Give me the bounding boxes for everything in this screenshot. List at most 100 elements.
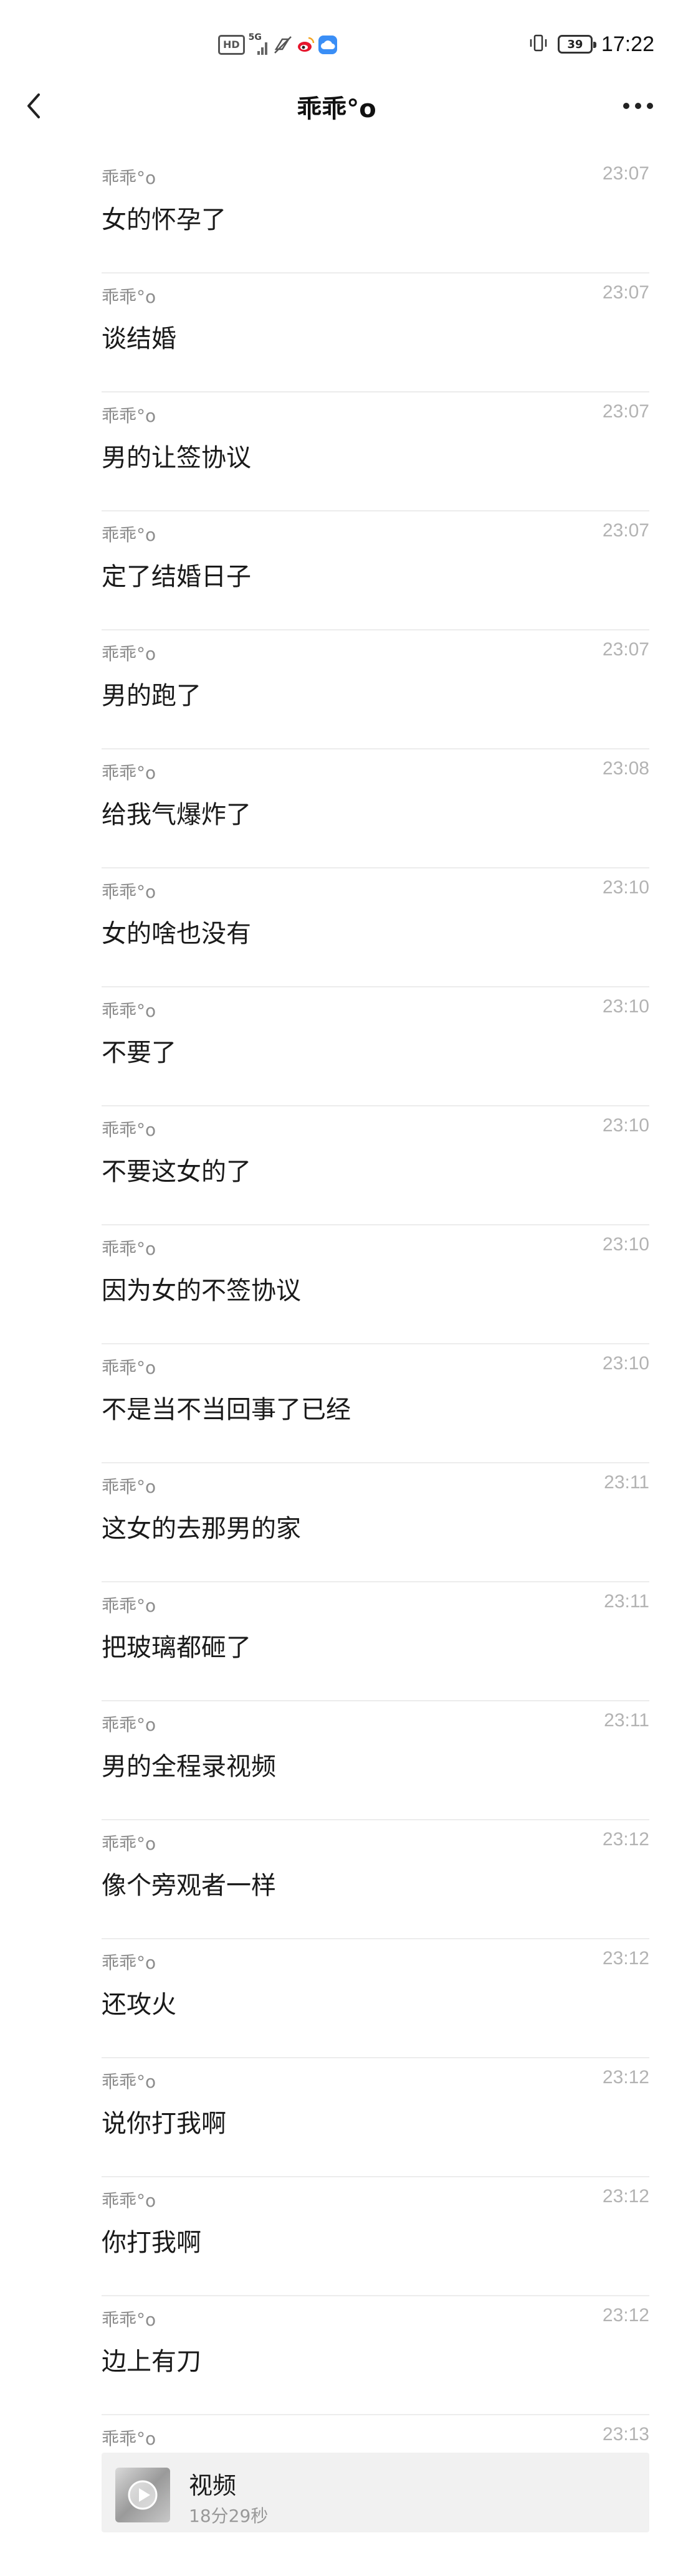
weibo-icon bbox=[295, 36, 315, 54]
message-text: 给我气爆炸了 bbox=[102, 801, 251, 829]
message-text: 男的让签协议 bbox=[102, 444, 251, 472]
message-text: 不要这女的了 bbox=[102, 1157, 251, 1186]
message-sender: 乖乖°o bbox=[102, 525, 156, 545]
message-text: 女的怀孕了 bbox=[102, 206, 226, 234]
nav-bar: 乖乖°o bbox=[0, 75, 673, 137]
message-item[interactable]: 乖乖°o 23:07 谈结婚 bbox=[0, 273, 673, 392]
message-text: 女的啥也没有 bbox=[102, 920, 251, 948]
message-item[interactable]: 乖乖°o 23:12 边上有刀 bbox=[0, 2296, 673, 2415]
status-right: 39 17:22 bbox=[528, 29, 654, 60]
message-time: 23:12 bbox=[602, 1948, 649, 1969]
message-time: 23:07 bbox=[602, 163, 649, 184]
message-text: 不要了 bbox=[102, 1038, 176, 1067]
message-text: 像个旁观者一样 bbox=[102, 1871, 276, 1900]
message-item[interactable]: 乖乖°o 23:12 像个旁观者一样 bbox=[0, 1820, 673, 1939]
message-item[interactable]: 乖乖°o 23:07 定了结婚日子 bbox=[0, 511, 673, 630]
hd-icon: HD bbox=[218, 35, 245, 55]
message-sender: 乖乖°o bbox=[102, 882, 156, 902]
ellipsis-icon bbox=[623, 103, 653, 109]
message-sender: 乖乖°o bbox=[102, 2071, 156, 2092]
message-time: 23:11 bbox=[604, 1591, 649, 1612]
message-time: 23:12 bbox=[602, 2305, 649, 2326]
video-thumbnail bbox=[115, 2468, 170, 2522]
message-text: 你打我啊 bbox=[102, 2228, 201, 2257]
message-time: 23:12 bbox=[602, 1829, 649, 1850]
message-sender: 乖乖°o bbox=[102, 763, 156, 783]
message-item[interactable]: 乖乖°o 23:12 还攻火 bbox=[0, 1939, 673, 2058]
status-bar: HD 5G 39 17:22 bbox=[0, 0, 673, 87]
message-sender: 乖乖°o bbox=[102, 1476, 156, 1497]
message-sender: 乖乖°o bbox=[102, 1595, 156, 1616]
message-text: 把玻璃都砸了 bbox=[102, 1633, 251, 1662]
vibrate-icon bbox=[528, 32, 549, 56]
status-indicators: HD 5G bbox=[218, 30, 337, 60]
message-item[interactable]: 乖乖°o 23:07 女的怀孕了 bbox=[0, 154, 673, 273]
message-time: 23:07 bbox=[602, 639, 649, 660]
more-options-button[interactable] bbox=[621, 90, 656, 122]
message-time: 23:12 bbox=[602, 2186, 649, 2207]
message-time: 23:07 bbox=[602, 520, 649, 541]
message-item[interactable]: 乖乖°o 23:07 男的让签协议 bbox=[0, 392, 673, 511]
message-sender: 乖乖°o bbox=[102, 406, 156, 426]
battery-icon: 39 bbox=[557, 35, 596, 54]
message-sender: 乖乖°o bbox=[102, 1119, 156, 1140]
message-sender: 乖乖°o bbox=[102, 1714, 156, 1735]
message-item[interactable]: 乖乖°o 23:10 女的啥也没有 bbox=[0, 868, 673, 987]
clock: 17:22 bbox=[601, 32, 654, 56]
message-item[interactable]: 乖乖°o 23:10 不要这女的了 bbox=[0, 1106, 673, 1225]
message-text: 说你打我啊 bbox=[102, 2109, 226, 2138]
message-time: 23:10 bbox=[602, 996, 649, 1017]
message-time: 23:07 bbox=[602, 401, 649, 422]
message-time: 23:07 bbox=[602, 282, 649, 303]
message-item[interactable]: 乖乖°o 23:11 男的全程录视频 bbox=[0, 1701, 673, 1820]
message-time: 23:10 bbox=[602, 877, 649, 898]
chat-history-list[interactable]: 乖乖°o 23:07 女的怀孕了 乖乖°o 23:07 谈结婚 乖乖°o 23:… bbox=[0, 154, 673, 2534]
message-item[interactable]: 乖乖°o 23:08 给我气爆炸了 bbox=[0, 749, 673, 868]
message-time: 23:10 bbox=[602, 1234, 649, 1255]
message-sender: 乖乖°o bbox=[102, 1000, 156, 1021]
message-text: 不是当不当回事了已经 bbox=[102, 1395, 351, 1424]
cloud-app-icon bbox=[318, 36, 337, 54]
message-time: 23:10 bbox=[602, 1353, 649, 1374]
message-sender: 乖乖°o bbox=[102, 2309, 156, 2330]
video-card[interactable]: 视频 18分29秒 bbox=[102, 2453, 649, 2532]
muted-notification-icon bbox=[274, 36, 292, 54]
message-time: 23:08 bbox=[602, 758, 649, 779]
page-title: 乖乖°o bbox=[297, 95, 376, 123]
message-item[interactable]: 乖乖°o 23:11 把玻璃都砸了 bbox=[0, 1582, 673, 1701]
message-item[interactable]: 乖乖°o 23:12 你打我啊 bbox=[0, 2177, 673, 2296]
message-sender: 乖乖°o bbox=[102, 1238, 156, 1259]
message-sender: 乖乖°o bbox=[102, 644, 156, 664]
message-item[interactable]: 乖乖°o 23:07 男的跑了 bbox=[0, 630, 673, 749]
play-icon bbox=[128, 2480, 158, 2510]
message-text: 男的跑了 bbox=[102, 682, 201, 710]
message-sender: 乖乖°o bbox=[102, 2428, 156, 2449]
cellular-signal-icon: 5G bbox=[249, 32, 270, 56]
message-time: 23:13 bbox=[602, 2424, 649, 2445]
message-text: 边上有刀 bbox=[102, 2347, 201, 2376]
message-text: 谈结婚 bbox=[102, 325, 176, 353]
message-text: 因为女的不签协议 bbox=[102, 1276, 301, 1305]
message-item[interactable]: 乖乖°o 23:10 因为女的不签协议 bbox=[0, 1225, 673, 1344]
message-item[interactable]: 乖乖°o 23:12 说你打我啊 bbox=[0, 2058, 673, 2177]
video-duration: 18分29秒 bbox=[189, 2506, 269, 2526]
message-sender: 乖乖°o bbox=[102, 168, 156, 188]
message-time: 23:12 bbox=[602, 2067, 649, 2088]
message-text: 定了结婚日子 bbox=[102, 563, 251, 591]
message-sender: 乖乖°o bbox=[102, 1833, 156, 1854]
message-text: 男的全程录视频 bbox=[102, 1752, 276, 1781]
message-time: 23:11 bbox=[604, 1710, 649, 1731]
message-text: 还攻火 bbox=[102, 1990, 176, 2019]
message-sender: 乖乖°o bbox=[102, 2190, 156, 2211]
message-sender: 乖乖°o bbox=[102, 1357, 156, 1378]
message-item[interactable]: 乖乖°o 23:11 这女的去那男的家 bbox=[0, 1463, 673, 1582]
message-time: 23:11 bbox=[604, 1472, 649, 1493]
message-item[interactable]: 乖乖°o 23:10 不是当不当回事了已经 bbox=[0, 1344, 673, 1463]
video-title: 视频 bbox=[189, 2472, 237, 2499]
message-time: 23:10 bbox=[602, 1115, 649, 1136]
message-sender: 乖乖°o bbox=[102, 287, 156, 307]
message-sender: 乖乖°o bbox=[102, 1952, 156, 1973]
message-text: 这女的去那男的家 bbox=[102, 1514, 301, 1543]
message-item[interactable]: 乖乖°o 23:10 不要了 bbox=[0, 987, 673, 1106]
video-message-item[interactable]: 乖乖°o 23:13 视频 18分29秒 bbox=[0, 2415, 673, 2534]
